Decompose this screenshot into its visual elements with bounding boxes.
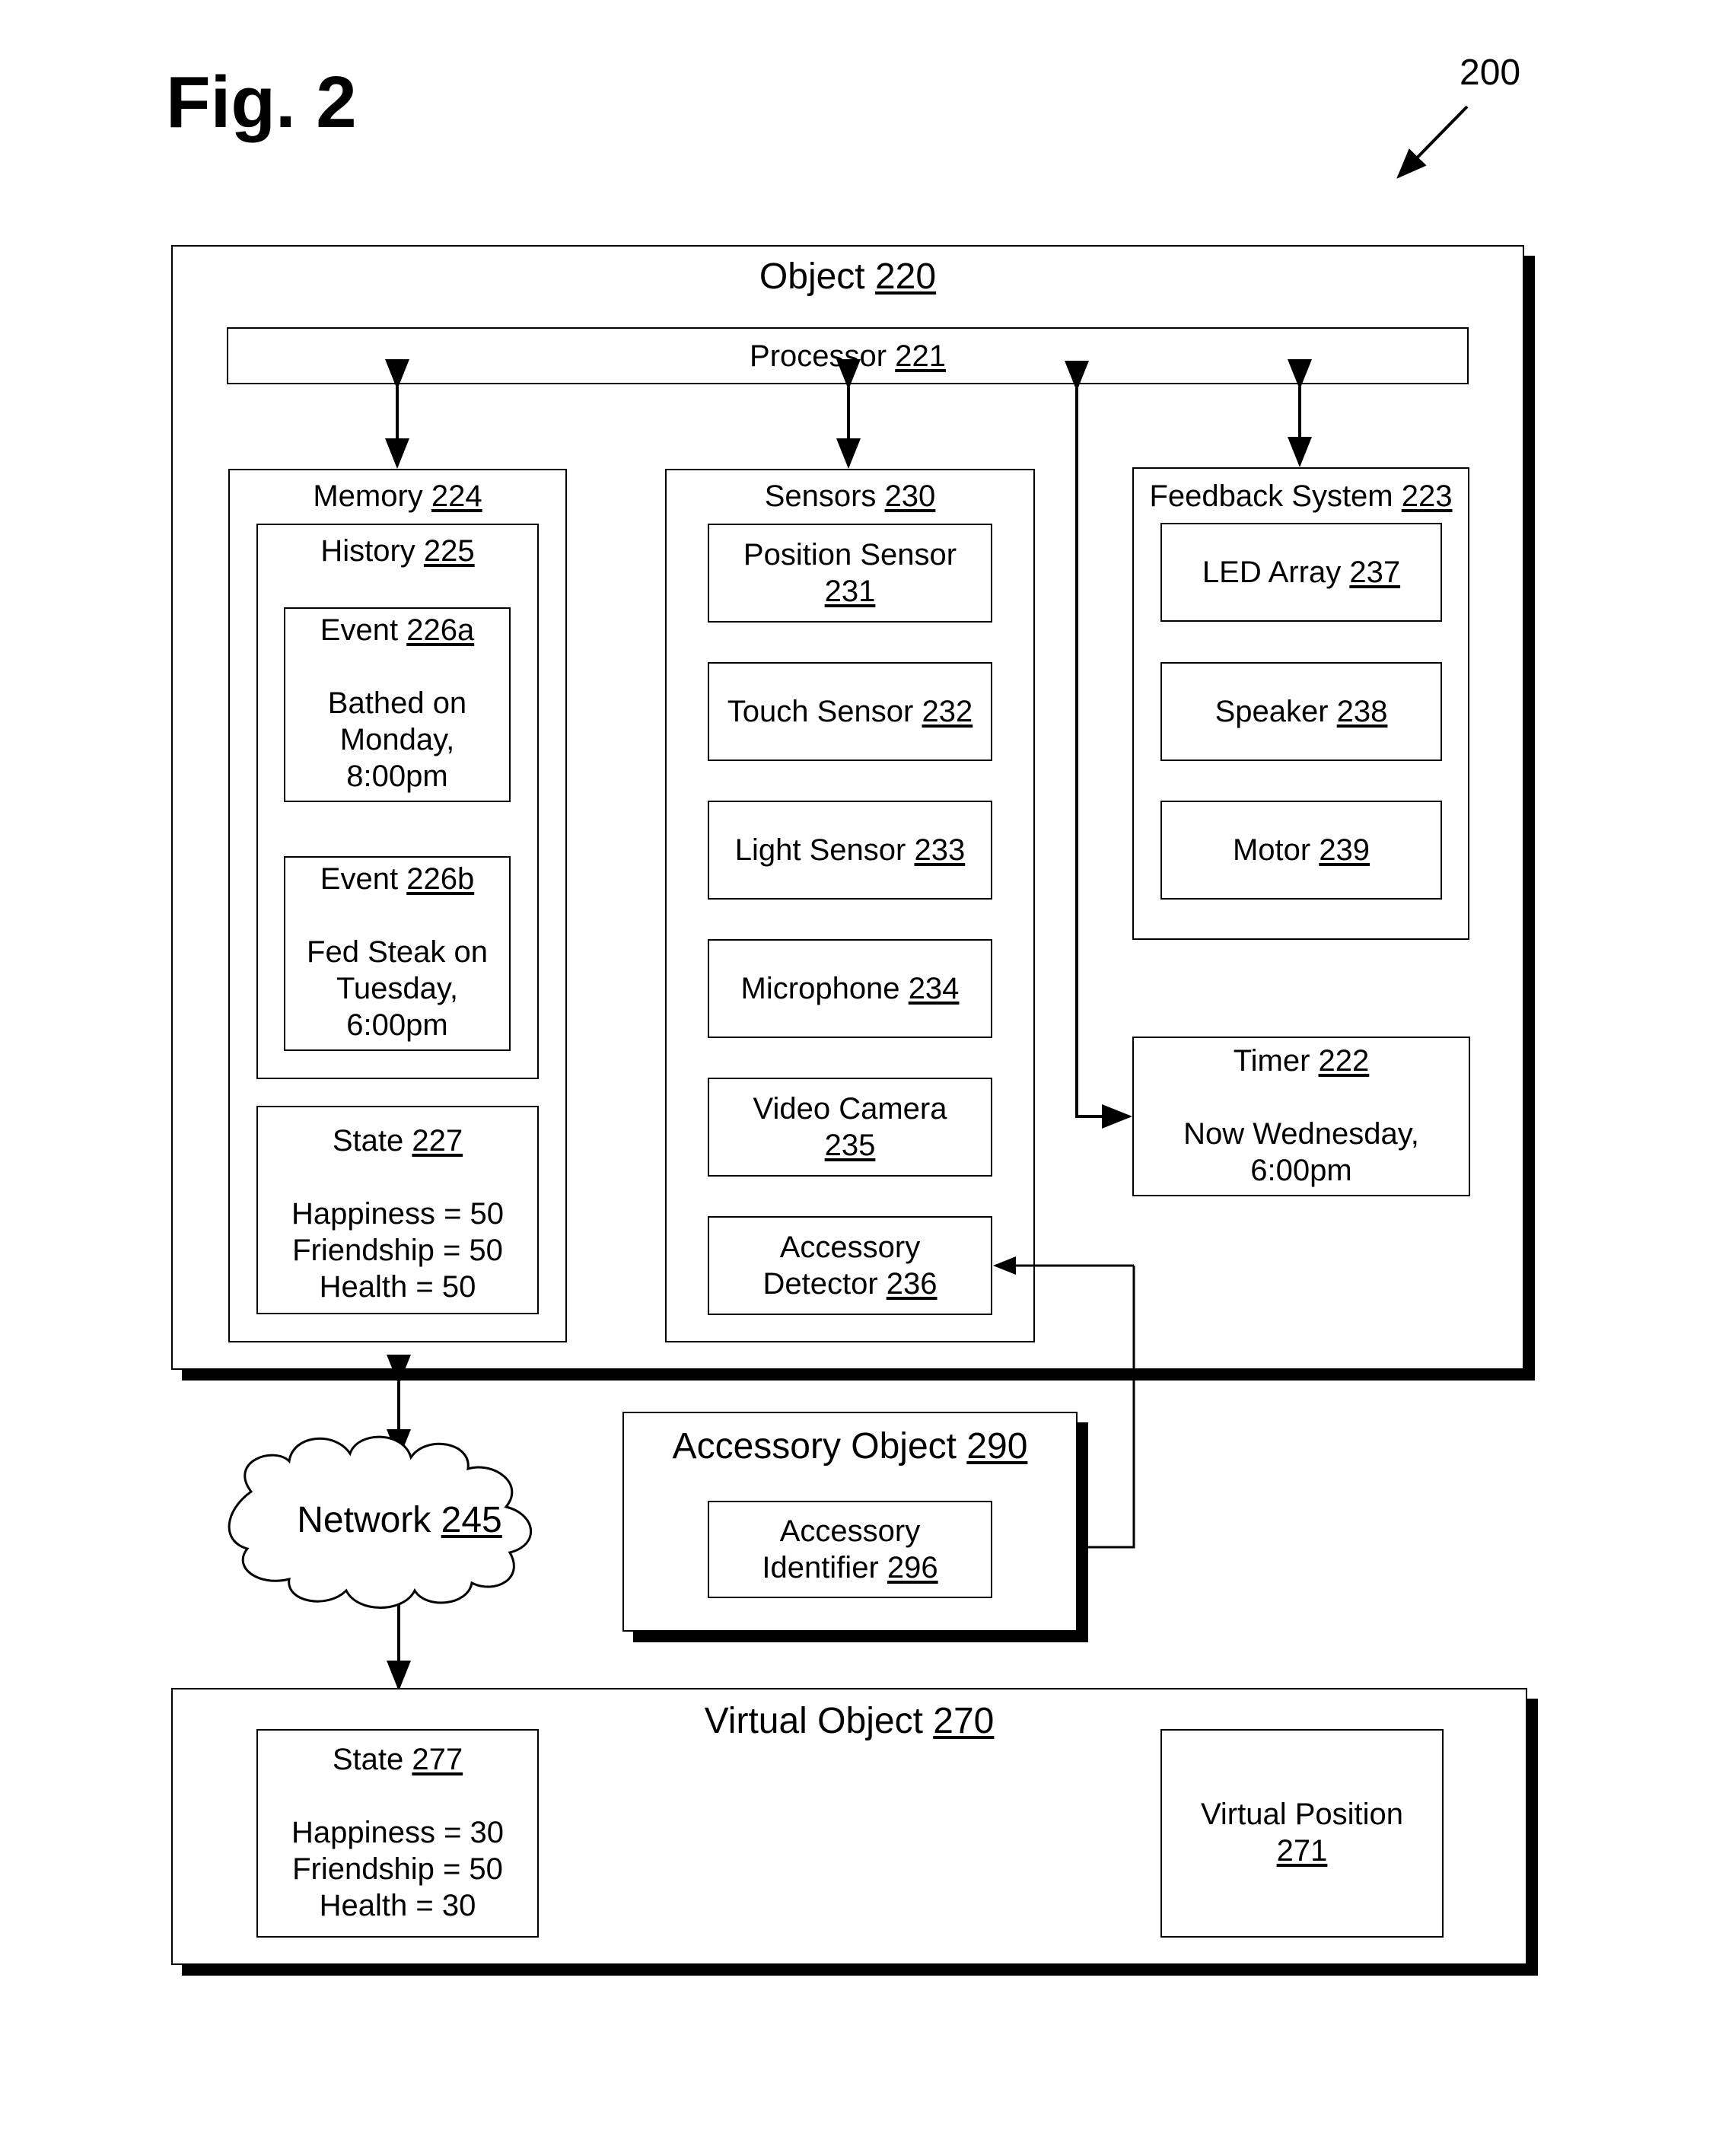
event-line: 6:00pm [346,1008,448,1042]
state-box: State 227 Happiness = 50 Friendship = 50… [256,1106,539,1314]
reference-arrow-icon [1396,105,1469,179]
processor-box: Processor 221 [227,327,1469,384]
accessory-object-label: Accessory Object 290 [672,1426,1028,1467]
sensor-microphone: Microphone 234 [708,939,992,1038]
feedback-motor: Motor 239 [1160,801,1442,900]
sensor-position: Position Sensor 231 [708,524,992,623]
state-label: State 227 [332,1124,463,1158]
sensors-label: Sensors 230 [764,479,936,513]
state-value: Health = 50 [319,1270,476,1304]
state-value: Friendship = 50 [292,1234,503,1267]
state-label: State 277 [332,1743,463,1776]
event-line: 8:00pm [346,760,448,793]
timer-label: Timer 222 [1233,1044,1370,1078]
feedback-speaker: Speaker 238 [1160,662,1442,761]
object-label: Object 220 [759,256,937,297]
state-value: Happiness = 50 [291,1197,505,1231]
virtual-state-box: State 277 Happiness = 30 Friendship = 50… [256,1729,539,1938]
state-value: Friendship = 50 [292,1852,503,1886]
state-value: Happiness = 30 [291,1816,505,1849]
accessory-identifier-box: Accessory Identifier 296 [708,1501,992,1598]
event-line: Monday, [339,723,455,756]
event-box: Event 226a Bathed on Monday, 8:00pm [284,607,511,802]
event-line: Fed Steak on [307,935,488,969]
timer-value: Now Wednesday, [1183,1117,1419,1151]
event-line: Bathed on [327,686,467,720]
sensor-touch: Touch Sensor 232 [708,662,992,761]
event-box: Event 226b Fed Steak on Tuesday, 6:00pm [284,856,511,1051]
feedback-system-label: Feedback System 223 [1149,479,1453,513]
feedback-led-array: LED Array 237 [1160,523,1442,622]
sensor-accessory-detector: Accessory Detector 236 [708,1216,992,1315]
history-label: History 225 [320,534,475,568]
event-label: Event 226b [320,862,475,896]
virtual-position-box: Virtual Position 271 [1160,1729,1444,1938]
memory-label: Memory 224 [313,479,482,513]
event-label: Event 226a [320,613,475,647]
sensor-video-camera: Video Camera 235 [708,1078,992,1177]
state-value: Health = 30 [319,1889,476,1922]
timer-value: 6:00pm [1250,1154,1352,1187]
figure-reference-number: 200 [1460,53,1521,93]
sensor-light: Light Sensor 233 [708,801,992,900]
processor-label: Processor 221 [750,339,946,373]
network-label: Network 245 [297,1500,502,1540]
event-line: Tuesday, [336,972,459,1005]
timer-box: Timer 222 Now Wednesday, 6:00pm [1132,1037,1470,1196]
figure-title: Fig. 2 [166,62,357,143]
